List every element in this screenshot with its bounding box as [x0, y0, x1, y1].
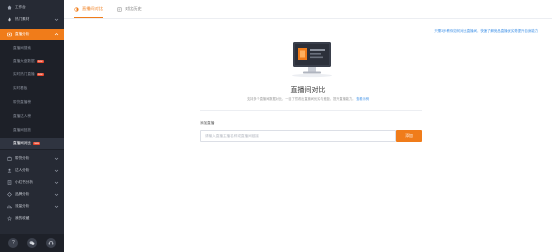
sidebar-subitem-hot-live[interactable]: 实时热门直播 new: [0, 69, 64, 80]
star-icon: [7, 216, 12, 221]
tab-bar: 直播间对比 对比历史: [74, 0, 142, 18]
tab-label: 对比历史: [124, 6, 142, 11]
page-description: 支持多个直播间数据对比，一目了然看出直播间优劣与差距，提升直播能力。 查看示例: [64, 96, 552, 101]
user-icon: [7, 168, 12, 173]
sidebar-item-label: 流量分析: [15, 204, 30, 208]
chevron-down-icon: [54, 169, 59, 172]
sidebar: 工作台 热门素材 直播分析 直播间搜索 直播大盘数据 new 实时热门直播 new …: [0, 0, 64, 252]
example-link[interactable]: 查看示例: [356, 97, 369, 101]
sidebar-subitem-goods-ranking[interactable]: 带货直播榜: [0, 97, 64, 108]
tab-compare-history[interactable]: 对比历史: [117, 0, 142, 18]
chart-icon: [7, 204, 12, 209]
sidebar-item-brand-analysis[interactable]: 品牌分析: [0, 189, 64, 200]
brand-icon: [7, 192, 12, 197]
sidebar-item-live-analysis[interactable]: 直播分析: [0, 29, 64, 40]
sidebar-item-label: 热门素材: [15, 17, 30, 21]
add-button[interactable]: 添加: [396, 130, 422, 142]
sidebar-subitem-realtime-board[interactable]: 实时看板: [0, 83, 64, 94]
sidebar-subitem-label: 直播间回放: [13, 128, 31, 132]
chevron-up-icon: [54, 33, 59, 36]
sidebar-item-label: 达人分析: [15, 168, 30, 172]
history-icon: [117, 7, 122, 11]
sidebar-subitem-live-search[interactable]: 直播间搜索: [0, 43, 64, 54]
sidebar-item-streamer-analysis[interactable]: 达人分析: [0, 165, 64, 176]
tab-live-compare[interactable]: 直播间对比: [74, 0, 103, 18]
sidebar-item-label: 小红书分析: [15, 180, 33, 184]
compare-illustration: [292, 42, 332, 78]
live-analysis-submenu: 直播间搜索 直播大盘数据 new 实时热门直播 new 实时看板 带货直播榜 直播达…: [0, 40, 64, 150]
sidebar-subitem-streamer-ranking[interactable]: 直播达人榜: [0, 111, 64, 122]
home-icon: [7, 5, 12, 10]
sidebar-subitem-live-compare[interactable]: 直播间对比 new: [0, 138, 64, 149]
tab-label: 直播间对比: [82, 6, 103, 11]
goods-icon: [7, 156, 12, 161]
help-guide-link[interactable]: 只需3步教你如何对比直播间，快速了解竞品直播优劣势提升自身能力: [434, 28, 538, 33]
chevron-down-icon: [54, 18, 59, 21]
chevron-down-icon: [54, 181, 59, 184]
chevron-down-icon: [54, 205, 59, 208]
section-divider: [200, 110, 422, 111]
new-badge: new: [32, 141, 41, 146]
sidebar-subitem-replay[interactable]: 直播间回放: [0, 125, 64, 136]
new-badge: new: [36, 72, 44, 77]
sidebar-item-goods-analysis[interactable]: 带货分析: [0, 153, 64, 164]
sidebar-subitem-label: 实时热门直播: [13, 72, 35, 76]
wechat-icon[interactable]: [26, 238, 37, 248]
sidebar-subitem-label: 直播达人榜: [13, 114, 31, 118]
add-live-label: 添加直播: [200, 121, 215, 125]
main-content: 直播间对比 对比历史 只需3步教你如何对比直播间，快速了解竞品直播优劣势提升自身…: [64, 0, 552, 252]
flame-icon: [7, 17, 12, 22]
live-analysis-icon: [7, 32, 12, 37]
sidebar-subitem-label: 直播间对比: [13, 141, 31, 145]
sidebar-item-label: 品牌分析: [15, 192, 30, 196]
chevron-down-icon: [54, 193, 59, 196]
service-icon[interactable]: [45, 238, 56, 248]
sidebar-item-label: 工作台: [15, 5, 26, 9]
sidebar-subitem-label: 实时看板: [13, 86, 28, 90]
new-badge: new: [36, 59, 44, 64]
sidebar-item-favorites[interactable]: 我的收藏: [0, 213, 64, 224]
sidebar-item-note-analysis[interactable]: 小红书分析: [0, 177, 64, 188]
sidebar-subitem-label: 带货直播榜: [13, 100, 31, 104]
sidebar-item-traffic-analysis[interactable]: 流量分析: [0, 201, 64, 212]
help-icon[interactable]: ?: [8, 238, 19, 248]
sidebar-subitem-live-market[interactable]: 直播大盘数据 new: [0, 56, 64, 67]
sidebar-item-label: 直播分析: [15, 32, 30, 36]
note-icon: [7, 180, 12, 185]
page-title: 直播间对比: [290, 87, 326, 94]
description-text: 支持多个直播间数据对比，一目了然看出直播间优劣与差距，提升直播能力。: [246, 97, 356, 101]
compare-icon: [74, 6, 79, 12]
live-search-input[interactable]: [200, 130, 396, 142]
sidebar-item-hot-material[interactable]: 热门素材: [0, 14, 64, 25]
sidebar-footer: ?: [0, 234, 64, 252]
chevron-down-icon: [54, 157, 59, 160]
sidebar-item-label: 我的收藏: [15, 216, 30, 220]
sidebar-item-label: 带货分析: [15, 156, 30, 160]
sidebar-subitem-label: 直播大盘数据: [13, 59, 35, 63]
tab-divider: [64, 18, 552, 19]
sidebar-item-home[interactable]: 工作台: [0, 2, 64, 13]
sidebar-subitem-label: 直播间搜索: [13, 46, 31, 50]
